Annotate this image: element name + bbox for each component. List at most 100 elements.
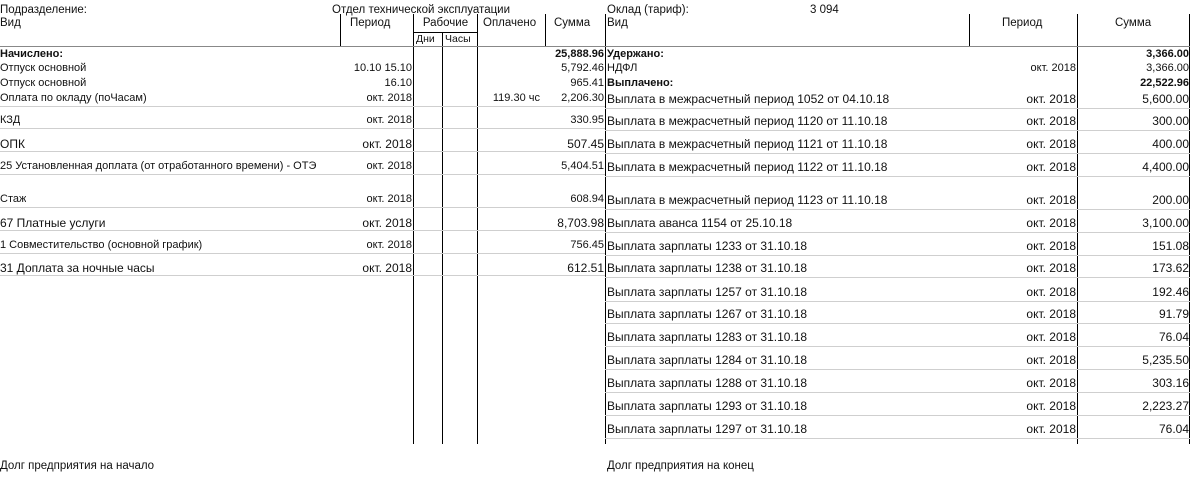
col-period-left: Период: [350, 17, 391, 29]
row-divider: [0, 174, 605, 175]
rule: [545, 14, 546, 46]
withheld-label: Удержано:: [607, 48, 664, 60]
right-row-period: окт. 2018: [1026, 399, 1076, 413]
col-type-left: Вид: [0, 17, 21, 29]
left-row-type: Стаж: [0, 193, 27, 205]
row-divider: [605, 392, 1190, 393]
col-paid: Оплачено: [483, 17, 537, 29]
right-row-sum: 3,100.00: [1142, 216, 1189, 230]
left-row-sum: 608.94: [570, 193, 604, 205]
right-row-period: окт. 2018: [1026, 160, 1076, 174]
ndfl-period: окт. 2018: [1030, 62, 1076, 74]
left-row-period: окт. 2018: [366, 239, 412, 251]
debt-start-label: Долг предприятия на начало: [0, 460, 155, 472]
left-row-period: окт. 2018: [362, 216, 412, 230]
row-divider: [605, 130, 1190, 131]
row-divider: [605, 277, 1190, 278]
right-row-type: Выплата зарплаты 1257 от 31.10.18: [607, 285, 808, 299]
right-row-type: Выплата зарплаты 1284 от 31.10.18: [607, 353, 808, 367]
row-divider: [0, 106, 605, 107]
right-row-type: Выплата зарплаты 1288 от 31.10.18: [607, 376, 808, 390]
left-row-period: окт. 2018: [362, 137, 412, 151]
left-row-period: 10.10 15.10: [353, 62, 412, 74]
row-divider: [605, 153, 1190, 154]
left-row-sum: 330.95: [570, 114, 604, 126]
right-row-sum: 200.00: [1152, 193, 1189, 207]
right-row-sum: 303.16: [1152, 376, 1189, 390]
left-row-period: окт. 2018: [362, 261, 412, 275]
left-row-period: окт. 2018: [366, 160, 412, 172]
right-row-sum: 300.00: [1152, 114, 1189, 128]
right-row-period: окт. 2018: [1026, 239, 1076, 253]
left-row-sum: 756.45: [570, 239, 604, 251]
right-row-type: Выплата зарплаты 1238 от 31.10.18: [607, 261, 808, 275]
row-divider: [605, 323, 1190, 324]
paid-out-sum: 22,522.96: [1140, 77, 1189, 89]
right-row-type: Выплата зарплаты 1267 от 31.10.18: [607, 307, 808, 321]
row-divider: [605, 415, 1190, 416]
col-worked: Рабочие: [422, 17, 469, 29]
right-row-period: окт. 2018: [1026, 285, 1076, 299]
right-row-sum: 5,235.50: [1142, 353, 1189, 367]
right-row-type: Выплата в межрасчетный период 1120 от 11…: [607, 114, 888, 128]
right-row-type: Выплата зарплаты 1293 от 31.10.18: [607, 399, 808, 413]
left-row-type: 31 Доплата за ночные часы: [0, 261, 155, 275]
row-divider: [605, 209, 1190, 210]
salary-value: 3 094: [810, 4, 839, 16]
left-row-sum: 507.45: [567, 137, 604, 151]
right-row-period: окт. 2018: [1026, 376, 1076, 390]
right-row-period: окт. 2018: [1026, 422, 1076, 436]
col-type-right: Вид: [607, 17, 628, 29]
left-row-period: окт. 2018: [366, 193, 412, 205]
right-row-sum: 5,600.00: [1142, 92, 1189, 106]
rule: [969, 14, 970, 46]
division-value: Отдел технической эксплуатации: [332, 4, 511, 16]
left-row-period: окт. 2018: [366, 92, 412, 104]
right-row-period: окт. 2018: [1026, 193, 1076, 207]
right-row-period: окт. 2018: [1026, 92, 1076, 106]
col-hours: Часы: [445, 33, 471, 45]
rule: [0, 46, 1190, 47]
right-row-type: Выплата в межрасчетный период 1122 от 11…: [607, 160, 888, 174]
left-row-type: Отпуск основной: [0, 77, 87, 89]
right-row-sum: 2,223.27: [1142, 399, 1189, 413]
left-row-sum: 8,703.98: [557, 216, 604, 230]
right-row-period: окт. 2018: [1026, 307, 1076, 321]
debt-end-label: Долг предприятия на конец: [607, 460, 754, 472]
right-row-sum: 192.46: [1152, 285, 1189, 299]
right-row-type: Выплата в межрасчетный период 1052 от 04…: [607, 92, 890, 106]
right-row-type: Выплата в межрасчетный период 1121 от 11…: [607, 137, 888, 151]
row-divider: [0, 207, 605, 208]
right-row-period: окт. 2018: [1026, 353, 1076, 367]
right-row-sum: 76.04: [1158, 330, 1189, 344]
withheld-sum: 3,366.00: [1146, 48, 1189, 60]
rule: [442, 32, 443, 444]
left-row-sum: 5,404.51: [561, 160, 604, 172]
left-row-type: КЗД: [0, 114, 21, 126]
rule: [414, 32, 477, 33]
left-row-type: Оплата по окладу (поЧасам): [0, 92, 147, 104]
row-divider: [0, 230, 605, 231]
rule: [1189, 14, 1190, 444]
row-divider: [0, 128, 605, 129]
col-days: Дни: [416, 33, 435, 45]
left-row-sum: 5,792.46: [561, 62, 604, 74]
left-row-type: 25 Установленная доплата (от отработанно…: [0, 160, 317, 172]
left-row-period: окт. 2018: [366, 114, 412, 126]
right-row-sum: 400.00: [1152, 137, 1189, 151]
col-period-right: Период: [1002, 17, 1043, 29]
row-divider: [605, 369, 1190, 370]
right-row-period: окт. 2018: [1026, 261, 1076, 275]
right-row-type: Выплата в межрасчетный период 1123 от 11…: [607, 193, 888, 207]
rule: [413, 14, 414, 444]
ndfl-label: НДФЛ: [607, 62, 638, 74]
salary-label: Оклад (тариф):: [607, 4, 689, 16]
left-row-paid: 119.30 чс: [492, 92, 540, 104]
col-sum-left: Сумма: [554, 17, 591, 29]
row-divider: [605, 346, 1190, 347]
right-row-type: Выплата зарплаты 1297 от 31.10.18: [607, 422, 808, 436]
right-row-sum: 4,400.00: [1142, 160, 1189, 174]
right-row-period: окт. 2018: [1026, 114, 1076, 128]
row-divider: [0, 253, 605, 254]
right-row-sum: 151.08: [1152, 239, 1189, 253]
